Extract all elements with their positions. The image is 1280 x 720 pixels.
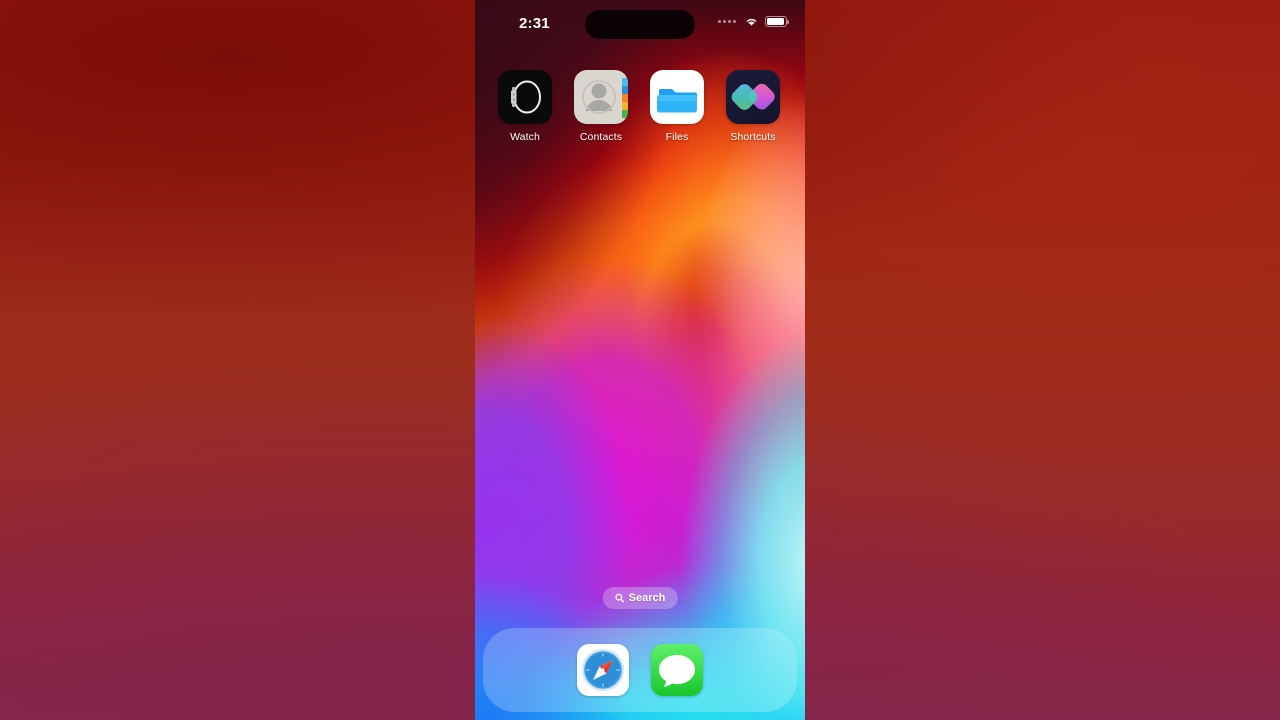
app-contacts[interactable]: Contacts [563, 70, 639, 143]
shortcuts-app-icon[interactable] [726, 70, 780, 124]
dynamic-island [585, 10, 695, 39]
status-bar: 2:31 [475, 0, 805, 48]
files-app-icon[interactable] [650, 70, 704, 124]
contacts-tabs-icon [622, 78, 628, 118]
messages-app-icon[interactable] [651, 644, 703, 696]
app-label: Contacts [579, 131, 623, 143]
search-icon [615, 593, 624, 603]
app-label: Files [665, 131, 689, 143]
app-files[interactable]: Files [639, 70, 715, 143]
search-pill[interactable]: Search [602, 587, 678, 609]
watch-app-icon[interactable] [498, 70, 552, 124]
app-label: Watch [510, 131, 540, 143]
phone-screen: 2:31 Watch Contacts Files Shortcuts Sear… [475, 0, 805, 720]
dock [483, 628, 797, 712]
safari-app-icon[interactable] [577, 644, 629, 696]
screenshot-stage: 2:31 Watch Contacts Files Shortcuts Sear… [0, 0, 1280, 720]
app-row: Watch Contacts Files Shortcuts [475, 70, 805, 143]
signal-dots-icon [718, 20, 736, 23]
app-label: Shortcuts [730, 131, 776, 143]
status-bar-time: 2:31 [519, 15, 550, 32]
app-shortcuts[interactable]: Shortcuts [715, 70, 791, 143]
status-bar-indicators [718, 16, 789, 27]
battery-full-icon [765, 16, 789, 27]
app-watch[interactable]: Watch [487, 70, 563, 143]
contacts-app-icon[interactable] [574, 70, 628, 124]
wifi-icon [746, 18, 757, 26]
app-grid: Watch Contacts Files Shortcuts [475, 70, 805, 143]
search-label: Search [628, 592, 666, 604]
